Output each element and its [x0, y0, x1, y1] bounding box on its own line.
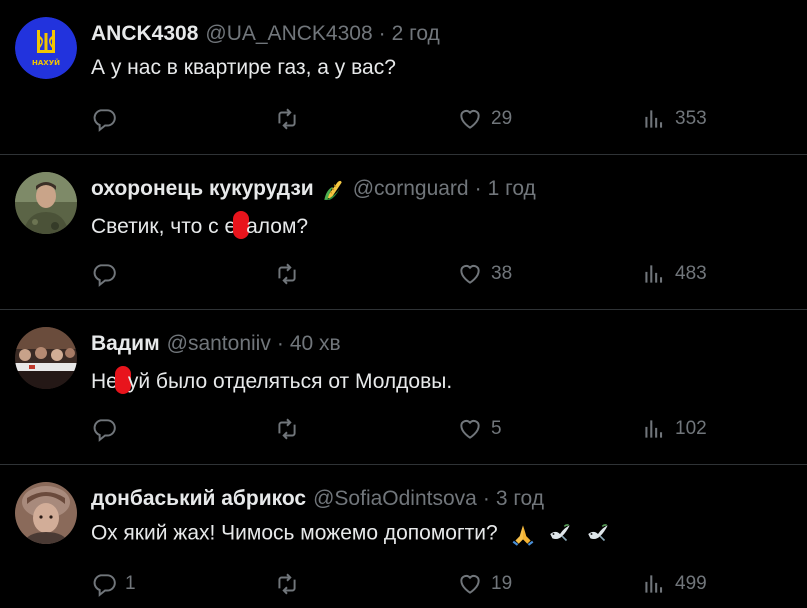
- separator: ·: [474, 177, 482, 200]
- action-bar: 5 102: [0, 414, 807, 444]
- reply-button[interactable]: 1: [91, 569, 136, 599]
- user-handle[interactable]: @SofiaOdintsova: [313, 487, 477, 511]
- like-button[interactable]: 5: [457, 414, 502, 444]
- tweet-text: Светик, что с е алом?: [91, 211, 308, 239]
- girl-avatar-icon: [15, 482, 77, 544]
- trident-avatar-icon: НАХУЙ: [15, 17, 77, 79]
- heart-icon: [460, 419, 480, 439]
- praying-hands-icon: [510, 521, 536, 547]
- reply-icon: [93, 419, 116, 442]
- views-button[interactable]: 353: [641, 104, 707, 134]
- reply-icon: [93, 109, 116, 132]
- views-button[interactable]: 499: [641, 569, 707, 599]
- like-button[interactable]: 38: [457, 259, 512, 289]
- tweet-text-start: Светик, что с е: [91, 215, 237, 238]
- like-button[interactable]: 29: [457, 104, 512, 134]
- reply-icon: [93, 574, 116, 597]
- retweet-button[interactable]: [274, 259, 308, 289]
- avatar-label: НАХУЙ: [32, 58, 60, 67]
- retweet-button[interactable]: [274, 104, 308, 134]
- tweet-text-end: уй было отделяться от Молдовы.: [127, 370, 453, 393]
- views-button[interactable]: 102: [641, 414, 707, 444]
- reply-button[interactable]: [91, 104, 125, 134]
- views-count: 353: [675, 108, 707, 129]
- like-button[interactable]: 19: [457, 569, 512, 599]
- retweet-icon: [278, 108, 296, 130]
- retweet-button[interactable]: [274, 414, 308, 444]
- crowd-avatar-icon: [15, 327, 77, 389]
- dove-icon: [585, 521, 611, 547]
- reply-icon: [93, 264, 116, 287]
- like-count: 19: [491, 573, 513, 594]
- user-handle[interactable]: @cornguard: [353, 177, 469, 201]
- retweet-icon: [278, 418, 296, 440]
- tweet-header: Вадим @santoniiv · 40 хв: [91, 331, 341, 357]
- tweet-text: Не уй было отделяться от Молдовы.: [91, 366, 452, 394]
- retweet-icon: [278, 263, 296, 285]
- tweet-3[interactable]: Вадим @santoniiv · 40 хв Не уй было отдел…: [0, 310, 807, 465]
- reply-button[interactable]: [91, 414, 125, 444]
- heart-icon: [460, 574, 480, 594]
- like-count: 5: [491, 418, 502, 439]
- heart-icon: [460, 264, 480, 284]
- separator: ·: [378, 22, 386, 45]
- timestamp[interactable]: 40 хв: [290, 332, 341, 356]
- views-button[interactable]: 483: [641, 259, 707, 289]
- tweet-text: Ох який жах! Чимось можемо допомогти?: [91, 521, 611, 547]
- user-handle[interactable]: @santoniiv: [167, 332, 271, 356]
- tweet-text-end: алом?: [246, 215, 309, 238]
- avatar[interactable]: [15, 172, 77, 234]
- tweet-header: донбаський абрикос @SofiaOdintsova · 3 г…: [91, 486, 544, 512]
- reply-count: 1: [125, 573, 136, 594]
- tweet-text-start: Не: [91, 370, 118, 393]
- soldier-avatar-icon: [15, 172, 77, 234]
- timestamp[interactable]: 3 год: [496, 487, 544, 511]
- tweet-text: А у нас в квартире газ, а у вас?: [91, 56, 396, 79]
- tweet-4[interactable]: донбаський абрикос @SofiaOdintsova · 3 г…: [0, 465, 807, 608]
- tweet-2[interactable]: охоронець кукурудзи @cornguard · 1 год С…: [0, 155, 807, 310]
- display-name[interactable]: Вадим: [91, 332, 160, 356]
- display-name[interactable]: донбаський абрикос: [91, 487, 306, 511]
- views-count: 499: [675, 573, 707, 594]
- tweet-text-body: Ох який жах! Чимось можемо допомогти?: [91, 521, 498, 545]
- action-bar: 1 19 499: [0, 569, 807, 599]
- action-bar: 29 353: [0, 104, 807, 134]
- avatar[interactable]: [15, 327, 77, 389]
- display-name[interactable]: ANCK4308: [91, 22, 198, 46]
- tweet-feed: НАХУЙ ANCK4308 @UA_ANCK4308 · 2 год А у …: [0, 0, 807, 608]
- like-count: 38: [491, 263, 513, 284]
- tweet-header: ANCK4308 @UA_ANCK4308 · 2 год: [91, 21, 440, 47]
- timestamp[interactable]: 1 год: [488, 177, 536, 201]
- display-name[interactable]: охоронець кукурудзи: [91, 177, 314, 201]
- views-icon: [645, 110, 663, 128]
- avatar[interactable]: НАХУЙ: [15, 17, 77, 79]
- heart-icon: [460, 109, 480, 129]
- views-count: 102: [675, 418, 707, 439]
- reply-button[interactable]: [91, 259, 125, 289]
- separator: ·: [276, 332, 284, 355]
- timestamp[interactable]: 2 год: [392, 22, 440, 46]
- retweet-icon: [278, 573, 296, 595]
- like-count: 29: [491, 108, 513, 129]
- tweet-1[interactable]: НАХУЙ ANCK4308 @UA_ANCK4308 · 2 год А у …: [0, 0, 807, 155]
- user-handle[interactable]: @UA_ANCK4308: [205, 22, 372, 46]
- views-icon: [645, 420, 663, 438]
- views-icon: [645, 575, 663, 593]
- separator: ·: [482, 487, 490, 510]
- action-bar: 38 483: [0, 259, 807, 289]
- retweet-button[interactable]: [274, 569, 308, 599]
- views-icon: [645, 265, 663, 283]
- avatar[interactable]: [15, 482, 77, 544]
- dove-icon: [547, 521, 573, 547]
- tweet-header: охоронець кукурудзи @cornguard · 1 год: [91, 176, 536, 202]
- views-count: 483: [675, 263, 707, 284]
- corn-icon: [320, 176, 346, 202]
